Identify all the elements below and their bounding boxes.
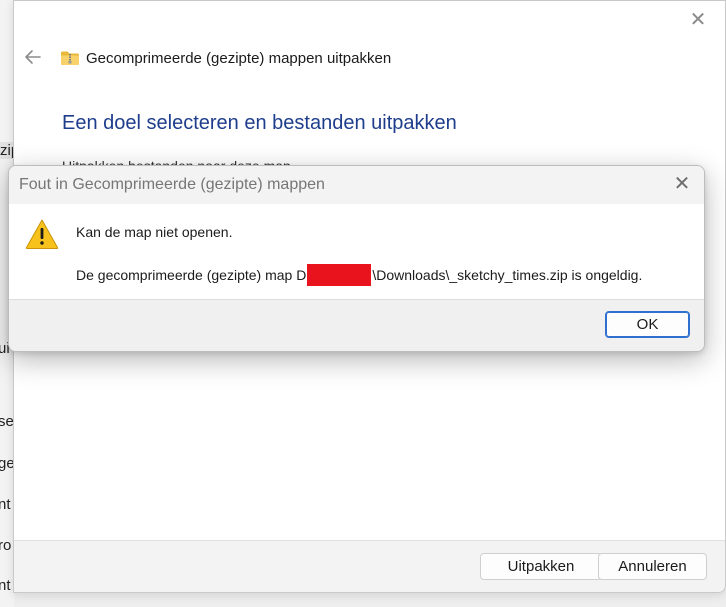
background-fragment: ro — [0, 537, 12, 554]
background-fragment: zip — [0, 142, 14, 159]
back-arrow-icon[interactable] — [22, 46, 44, 68]
redaction-box — [307, 264, 372, 286]
warning-icon — [25, 218, 59, 250]
error-message-primary: Kan de map niet openen. — [76, 224, 233, 240]
wizard-heading: Een doel selecteren en bestanden uitpakk… — [62, 112, 457, 134]
extract-button[interactable]: Uitpakken — [480, 553, 602, 580]
error-path-suffix: \Downloads\_sketchy_times.zip is ongeldi… — [372, 267, 643, 283]
ok-button[interactable]: OK — [605, 311, 690, 338]
cancel-button[interactable]: Annuleren — [598, 553, 707, 580]
zip-folder-icon — [60, 50, 80, 66]
dialog-titlebar: Fout in Gecomprimeerde (gezipte) mappen … — [9, 166, 704, 204]
error-message-detail: De gecomprimeerde (gezipte) map D \Downlo… — [76, 264, 642, 286]
error-dialog: Fout in Gecomprimeerde (gezipte) mappen … — [8, 165, 705, 352]
background-fragment: se — [0, 413, 14, 430]
dialog-close-button[interactable]: ✕ — [672, 174, 692, 194]
background-fragment: nt — [0, 577, 11, 594]
error-path-prefix: De gecomprimeerde (gezipte) map D — [76, 267, 307, 283]
dialog-title: Fout in Gecomprimeerde (gezipte) mappen — [19, 176, 325, 193]
wizard-title: Gecomprimeerde (gezipte) mappen uitpakke… — [86, 50, 392, 67]
dialog-footer: OK — [9, 299, 704, 351]
background-fragment: nt — [0, 496, 11, 513]
background-fragment: ge — [0, 455, 14, 472]
wizard-close-button[interactable]: ✕ — [689, 10, 707, 30]
wizard-footer: Uitpakken Annuleren — [14, 540, 725, 592]
